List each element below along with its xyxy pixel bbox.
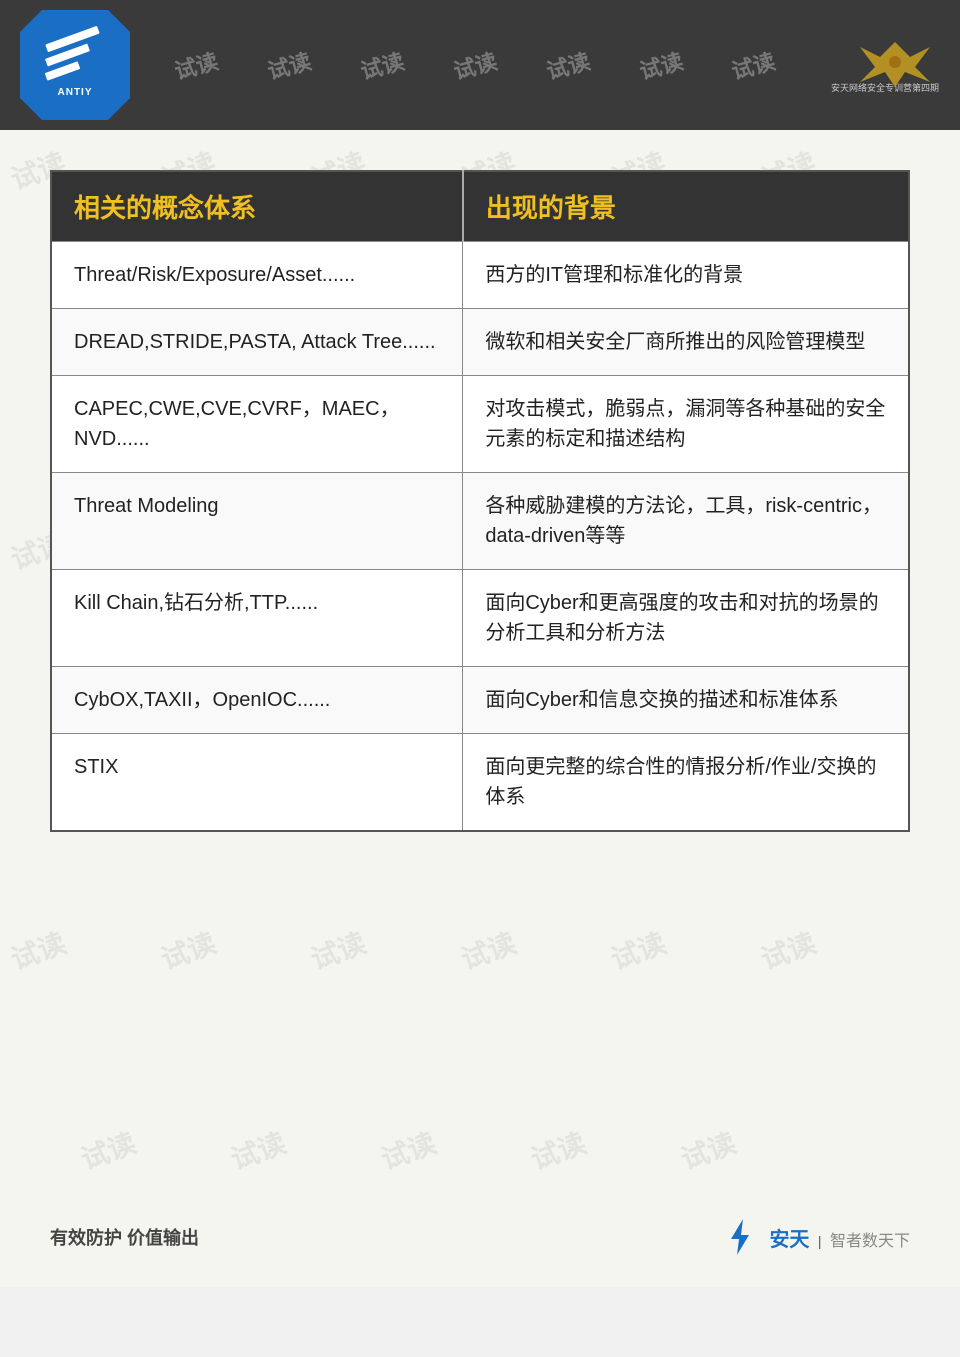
watermark-6: 试读 [635, 44, 686, 86]
header-watermarks: 试读 试读 试读 试读 试读 试读 试读 [130, 49, 820, 81]
wm-32: 试读 [675, 1122, 741, 1179]
watermark-1: 试读 [171, 44, 222, 86]
antiy-logo: ANTIY [20, 10, 130, 120]
wm-24: 试读 [305, 922, 371, 979]
cell-left-6: STIX [51, 734, 463, 832]
cell-left-5: CybOX,TAXII，OpenIOC...... [51, 667, 463, 734]
right-logo-icon [855, 37, 915, 77]
table-row: DREAD,STRIDE,PASTA, Attack Tree......微软和… [51, 309, 909, 376]
wm-25: 试读 [455, 922, 521, 979]
col2-header: 出现的背景 [463, 171, 909, 242]
col1-header: 相关的概念体系 [51, 171, 463, 242]
watermark-7: 试读 [728, 44, 779, 86]
table-row: CAPEC,CWE,CVE,CVRF，MAEC，NVD......对攻击模式，脆… [51, 376, 909, 473]
antiy-label: ANTIY [58, 87, 93, 98]
watermark-4: 试读 [450, 44, 501, 86]
concept-table: 相关的概念体系 出现的背景 Threat/Risk/Exposure/Asset… [50, 170, 910, 832]
footer-text: 有效防护 价值输出 [50, 1224, 199, 1250]
cell-right-1: 微软和相关安全厂商所推出的风险管理模型 [463, 309, 909, 376]
wm-22: 试读 [5, 922, 71, 979]
table-row: STIX面向更完整的综合性的情报分析/作业/交换的体系 [51, 734, 909, 832]
footer-subtext: | [818, 1233, 822, 1249]
header-right-logo: 安天网络安全专训营第四期 [820, 10, 950, 120]
table-row: Threat Modeling各种威胁建模的方法论，工具，risk-centri… [51, 473, 909, 570]
main-content: 试读 试读 试读 试读 试读 试读 试读 试读 试读 试读 试读 试读 试读 试… [0, 130, 960, 1287]
wm-23: 试读 [155, 922, 221, 979]
footer: 有效防护 价值输出 安天 | 智者数天下 [0, 1217, 960, 1257]
cell-right-4: 面向Cyber和更高强度的攻击和对抗的场景的分析工具和分析方法 [463, 570, 909, 667]
table-row: CybOX,TAXII，OpenIOC......面向Cyber和信息交换的描述… [51, 667, 909, 734]
cell-left-1: DREAD,STRIDE,PASTA, Attack Tree...... [51, 309, 463, 376]
wm-28: 试读 [75, 1122, 141, 1179]
wm-26: 试读 [605, 922, 671, 979]
table-row: Kill Chain,钻石分析,TTP......面向Cyber和更高强度的攻击… [51, 570, 909, 667]
cell-left-3: Threat Modeling [51, 473, 463, 570]
watermark-2: 试读 [264, 44, 315, 86]
cell-right-0: 西方的IT管理和标准化的背景 [463, 242, 909, 309]
wm-31: 试读 [525, 1122, 591, 1179]
watermark-3: 试读 [357, 44, 408, 86]
wm-29: 试读 [225, 1122, 291, 1179]
cell-right-5: 面向Cyber和信息交换的描述和标准体系 [463, 667, 909, 734]
table-row: Threat/Risk/Exposure/Asset......西方的IT管理和… [51, 242, 909, 309]
wm-30: 试读 [375, 1122, 441, 1179]
cell-right-3: 各种威胁建模的方法论，工具，risk-centric，data-driven等等 [463, 473, 909, 570]
cell-left-0: Threat/Risk/Exposure/Asset...... [51, 242, 463, 309]
cell-right-2: 对攻击模式，脆弱点，漏洞等各种基础的安全元素的标定和描述结构 [463, 376, 909, 473]
cell-right-6: 面向更完整的综合性的情报分析/作业/交换的体系 [463, 734, 909, 832]
header: ANTIY 试读 试读 试读 试读 试读 试读 试读 安天网络安全专训营第四期 [0, 0, 960, 130]
cell-left-4: Kill Chain,钻石分析,TTP...... [51, 570, 463, 667]
logo-stripes [45, 33, 105, 83]
footer-logo: 安天 | 智者数天下 [721, 1217, 910, 1257]
cell-left-2: CAPEC,CWE,CVE,CVRF，MAEC，NVD...... [51, 376, 463, 473]
watermark-5: 试读 [542, 44, 593, 86]
wm-27: 试读 [755, 922, 821, 979]
footer-lightning-icon [721, 1217, 761, 1257]
footer-brand-text: 安天 | 智者数天下 [769, 1223, 910, 1252]
